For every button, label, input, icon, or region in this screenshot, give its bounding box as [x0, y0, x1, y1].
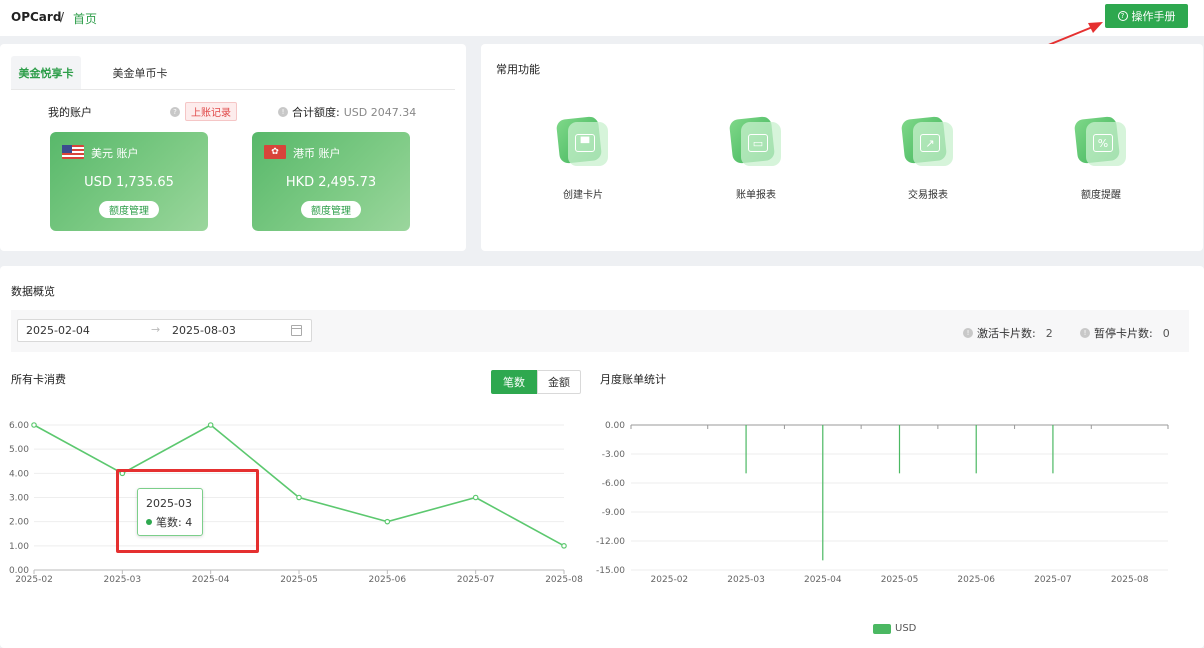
y-tick-label: 2.00	[9, 518, 29, 528]
x-tick-label: 2025-04	[192, 575, 230, 585]
x-tick-label: 2025-02	[15, 575, 53, 585]
data-point	[207, 422, 214, 428]
data-point	[31, 422, 37, 428]
x-tick-label: 2025-07	[1034, 575, 1072, 585]
y-tick-label: -6.00	[602, 479, 626, 489]
tooltip-date: 2025-03	[146, 497, 192, 510]
x-tick-label: 2025-06	[369, 575, 407, 585]
data-point	[384, 518, 391, 525]
y-tick-label: 6.00	[9, 421, 29, 431]
x-tick-label: 2025-02	[651, 575, 689, 585]
y-tick-label: 3.00	[9, 494, 29, 504]
bar	[898, 425, 901, 474]
data-point	[119, 470, 126, 477]
legend-swatch	[873, 623, 891, 634]
x-tick-label: 2025-05	[280, 575, 318, 585]
bar	[1052, 425, 1054, 474]
x-tick-label: 2025-07	[457, 575, 495, 585]
y-tick-label: -15.00	[596, 566, 625, 576]
data-point	[296, 494, 302, 501]
y-tick-label: -9.00	[602, 508, 626, 518]
chart-legend[interactable]: USD	[873, 623, 916, 634]
y-tick-label: -12.00	[596, 537, 625, 547]
x-tick-label: 2025-04	[804, 575, 842, 585]
x-tick-label: 2025-05	[881, 575, 919, 585]
bar	[975, 425, 977, 474]
tooltip-row: 笔数: 4	[146, 514, 192, 530]
x-tick-label: 2025-03	[104, 575, 142, 585]
series-dot-icon	[146, 519, 152, 525]
x-tick-label: 2025-03	[727, 575, 765, 585]
y-tick-label: -3.00	[602, 450, 626, 460]
tooltip-value: 笔数: 4	[156, 516, 193, 529]
x-tick-label: 2025-08	[1111, 575, 1149, 585]
y-tick-label: 0.00	[605, 421, 625, 431]
y-tick-label: 5.00	[9, 445, 29, 455]
y-tick-label: 1.00	[9, 542, 29, 552]
series-line	[33, 424, 565, 547]
y-tick-label: 4.00	[9, 469, 29, 479]
data-point	[472, 494, 479, 501]
charts-canvas: 0.00 1.00 2.00 3.00 4.00 5.00 6.00 2025-02 2025-…	[9, 421, 1169, 585]
legend-label: USD	[895, 623, 917, 634]
x-tick-label: 2025-06	[957, 575, 995, 585]
bar	[822, 425, 824, 561]
chart-tooltip: 2025-03 笔数: 4	[137, 488, 203, 536]
data-point	[561, 543, 567, 549]
x-tick-label: 2025-08	[545, 575, 583, 585]
bar	[745, 425, 747, 474]
